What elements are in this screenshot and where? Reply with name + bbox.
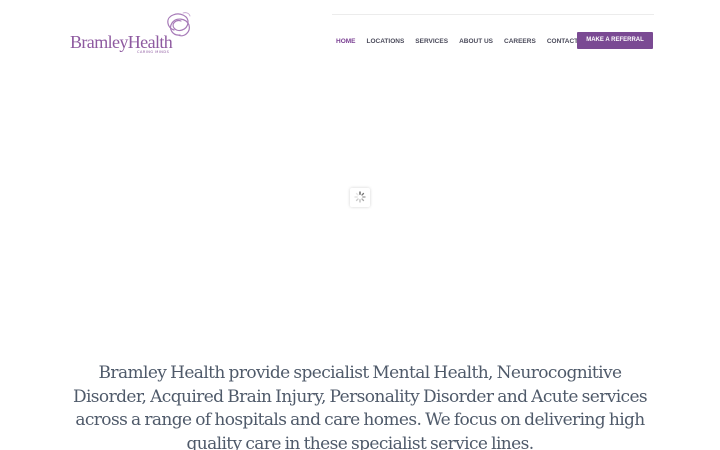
loading-indicator bbox=[350, 188, 370, 207]
nav-item-home[interactable]: HOME bbox=[336, 37, 356, 47]
intro-paragraph: Bramley Health provide specialist Mental… bbox=[72, 363, 648, 450]
logo-wordmark: BramleyHealth bbox=[70, 32, 173, 52]
nav-item-careers[interactable]: CAREERS bbox=[504, 37, 536, 47]
main-nav: HOME LOCATIONS SERVICES ABOUT US CAREERS… bbox=[336, 37, 578, 47]
bramley-health-logo[interactable]: BramleyHealth CARING MINDS bbox=[70, 8, 195, 54]
spinner-icon bbox=[354, 191, 366, 203]
make-a-referral-button[interactable]: MAKE A REFERRAL bbox=[577, 32, 653, 49]
nav-item-locations[interactable]: LOCATIONS bbox=[367, 37, 405, 47]
header-divider bbox=[332, 14, 654, 15]
site-header: BramleyHealth CARING MINDS HOME LOCATION… bbox=[0, 0, 720, 70]
nav-item-contact[interactable]: CONTACT bbox=[547, 37, 578, 47]
nav-item-about-us[interactable]: ABOUT US bbox=[459, 37, 493, 47]
logo-tagline: CARING MINDS bbox=[137, 50, 170, 54]
nav-item-services[interactable]: SERVICES bbox=[415, 37, 448, 47]
